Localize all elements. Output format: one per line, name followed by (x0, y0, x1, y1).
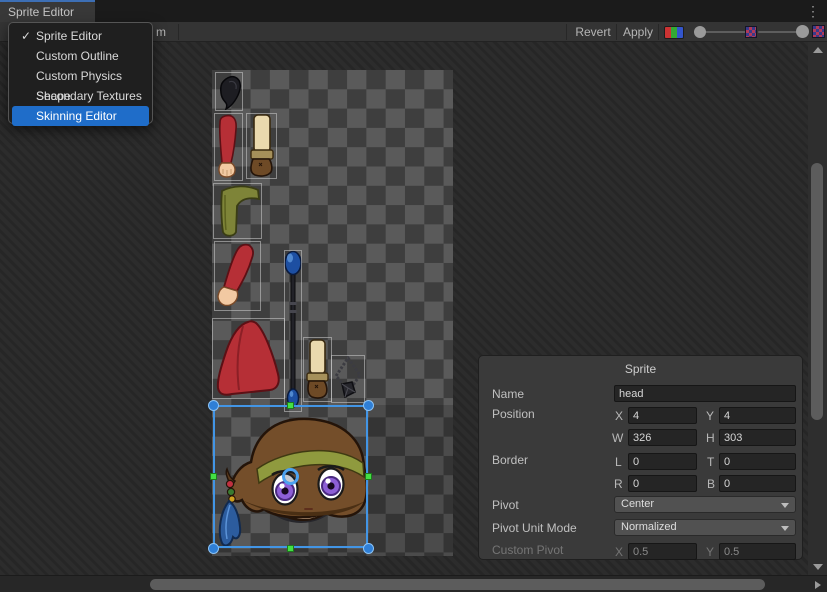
border-b-field[interactable] (719, 475, 796, 492)
horizontal-scrollbar-thumb[interactable] (150, 579, 765, 590)
scroll-up-arrow-icon[interactable] (813, 47, 823, 53)
sprite-rect-arm-bent[interactable] (214, 241, 261, 311)
border-t-field[interactable] (719, 453, 796, 470)
custom-pivot-y-label: Y (706, 545, 714, 559)
menu-item-custom-outline[interactable]: Custom Outline (12, 46, 149, 66)
toolbar-separator (658, 24, 659, 40)
trim-button-partial[interactable]: m (156, 22, 166, 42)
window-tab-sprite-editor[interactable]: Sprite Editor (0, 2, 95, 22)
selection-handle-bottom-mid[interactable] (287, 545, 294, 552)
vertical-scrollbar-thumb[interactable] (811, 163, 823, 420)
toolbar-separator (178, 24, 179, 40)
selection-handle-bottom-right[interactable] (363, 543, 374, 554)
sprite-rect-staff[interactable] (284, 250, 302, 412)
pivot-unit-mode-dropdown[interactable]: Normalized (614, 519, 796, 536)
name-label: Name (492, 387, 524, 401)
horizontal-scrollbar[interactable] (0, 575, 827, 592)
menu-item-secondary-textures[interactable]: Secondary Textures (12, 86, 149, 106)
dim-overlay (369, 405, 453, 556)
dropdown-arrow-icon (781, 503, 789, 508)
sprite-editor-mode-menu: ✓ Sprite Editor Custom Outline Custom Ph… (8, 22, 153, 124)
scroll-right-arrow-icon[interactable] (815, 581, 821, 589)
custom-pivot-y-field (719, 543, 796, 560)
sprite-rect-cape[interactable] (212, 318, 285, 399)
height-field[interactable] (719, 429, 796, 446)
menu-item-custom-physics-shape[interactable]: Custom Physics Shape (12, 66, 149, 86)
position-label: Position (492, 407, 535, 421)
sprite-rect-boot-2[interactable] (303, 337, 332, 402)
selection-handle-top-mid[interactable] (287, 402, 294, 409)
custom-pivot-label: Custom Pivot (492, 543, 563, 557)
apply-button[interactable]: Apply (620, 22, 656, 42)
pivot-label: Pivot (492, 498, 519, 512)
sprite-rect-amulet[interactable] (331, 355, 365, 403)
panel-title: Sprite (479, 362, 802, 376)
border-r-field[interactable] (628, 475, 697, 492)
l-axis-label: L (615, 455, 622, 469)
mipmap-large-icon (812, 25, 825, 38)
sprite-inspector-panel: Sprite Name Position X Y W H Border L T … (478, 355, 803, 560)
selection-handle-bottom-left[interactable] (208, 543, 219, 554)
toolbar-separator (566, 24, 567, 40)
sprite-editor-window: Sprite Editor ⋮ m Revert Apply (0, 0, 827, 592)
vertical-scrollbar[interactable] (808, 42, 827, 575)
border-label: Border (492, 453, 528, 467)
selection-handle-top-left[interactable] (208, 400, 219, 411)
r-axis-label: R (614, 477, 623, 491)
zoom-slider-thumb[interactable] (694, 26, 706, 38)
position-y-field[interactable] (719, 407, 796, 424)
kebab-menu-icon[interactable]: ⋮ (805, 2, 821, 20)
t-axis-label: T (707, 455, 714, 469)
menu-item-sprite-editor[interactable]: ✓ Sprite Editor (12, 26, 149, 46)
dropdown-arrow-icon (781, 526, 789, 531)
revert-button[interactable]: Revert (572, 22, 614, 42)
sprite-rect-arm-straight[interactable] (214, 113, 243, 181)
pivot-dropdown[interactable]: Center (614, 496, 796, 513)
scroll-down-arrow-icon[interactable] (813, 564, 823, 570)
w-axis-label: W (612, 431, 623, 445)
width-field[interactable] (628, 429, 697, 446)
selection-handle-top-right[interactable] (363, 400, 374, 411)
name-field[interactable] (614, 385, 796, 402)
mipmap-slider-thumb[interactable] (796, 25, 809, 38)
title-bar: Sprite Editor ⋮ (0, 0, 827, 22)
border-l-field[interactable] (628, 453, 697, 470)
b-axis-label: B (707, 477, 715, 491)
toolbar-separator (616, 24, 617, 40)
h-axis-label: H (706, 431, 715, 445)
x-axis-label: X (615, 409, 623, 423)
mipmap-small-icon (745, 26, 757, 38)
custom-pivot-x-field (628, 543, 697, 560)
checkmark-icon: ✓ (18, 26, 34, 46)
sprite-rect-scarf[interactable] (213, 183, 262, 239)
selection-handle-right-mid[interactable] (365, 473, 372, 480)
y-axis-label: Y (706, 409, 714, 423)
position-x-field[interactable] (628, 407, 697, 424)
selection-handle-left-mid[interactable] (210, 473, 217, 480)
rgb-alpha-toggle-icon[interactable] (664, 26, 684, 39)
sprite-rect-hair[interactable] (215, 72, 243, 111)
custom-pivot-x-label: X (615, 545, 623, 559)
pivot-handle[interactable] (282, 468, 299, 485)
menu-item-skinning-editor[interactable]: Skinning Editor (12, 106, 149, 126)
pivot-unit-mode-label: Pivot Unit Mode (492, 521, 577, 535)
sprite-rect-boot-1[interactable] (246, 113, 277, 179)
